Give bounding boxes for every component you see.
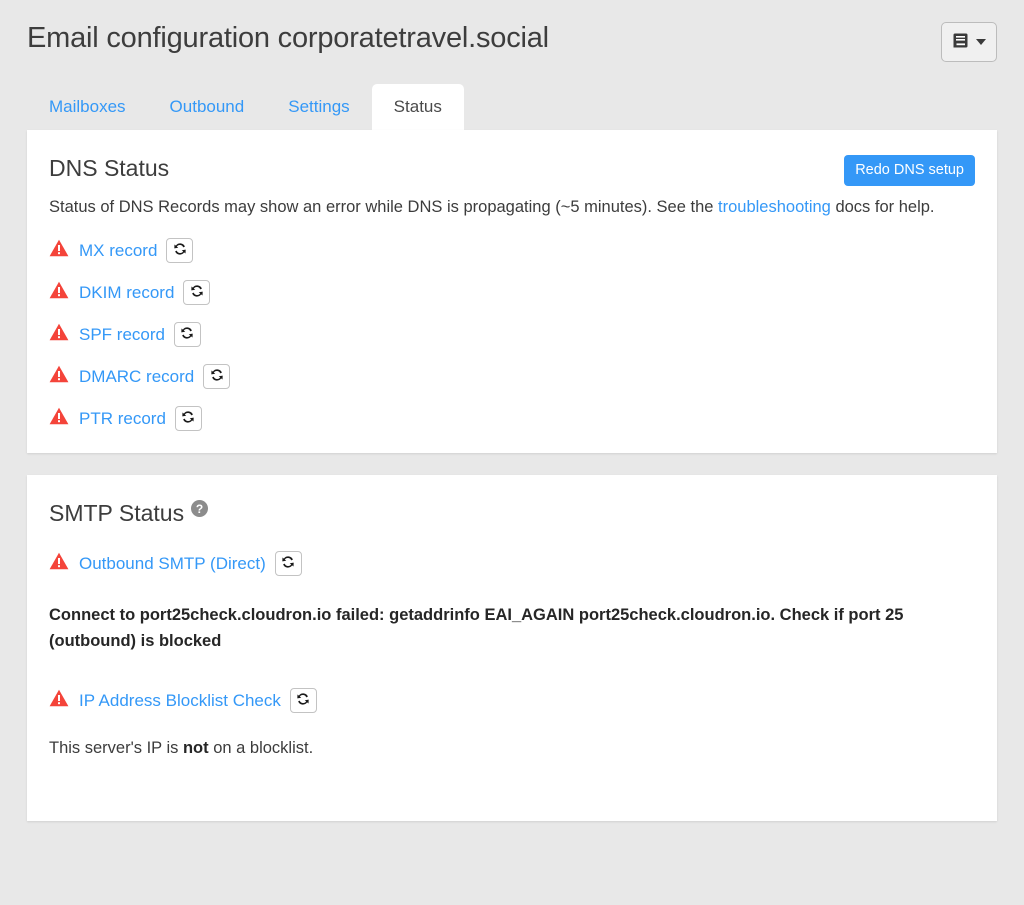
- refresh-icon: [190, 284, 204, 301]
- tab-mailboxes[interactable]: Mailboxes: [27, 84, 148, 130]
- tab-settings[interactable]: Settings: [266, 84, 371, 130]
- page-title: Email configuration corporatetravel.soci…: [27, 22, 549, 54]
- outbound-smtp-error-message: Connect to port25check.cloudron.io faile…: [49, 606, 904, 650]
- refresh-icon: [173, 242, 187, 259]
- book-icon: [952, 32, 969, 52]
- dns-record-row: PTR record: [49, 406, 975, 431]
- tab-bar: Mailboxes Outbound Settings Status: [0, 77, 1024, 130]
- blocklist-section: IP Address Blocklist Check This server's…: [49, 688, 975, 761]
- page-header: Email configuration corporatetravel.soci…: [0, 0, 1024, 62]
- refresh-icon: [181, 410, 195, 427]
- dns-status-description: Status of DNS Records may show an error …: [49, 194, 949, 220]
- smtp-status-title-text: SMTP Status: [49, 500, 185, 526]
- dns-record-label-dkim[interactable]: DKIM record: [79, 283, 174, 303]
- dns-record-label-spf[interactable]: SPF record: [79, 325, 165, 345]
- warning-icon: [49, 407, 69, 430]
- blocklist-note-before: This server's IP is: [49, 739, 183, 757]
- refresh-icon: [210, 368, 224, 385]
- docs-menu-button[interactable]: [941, 22, 997, 62]
- dns-record-list: MX record DKIM record SPF record DMARC r…: [49, 238, 975, 431]
- dns-status-card: DNS Status Redo DNS setup Status of DNS …: [27, 130, 997, 453]
- chevron-down-icon: [976, 39, 986, 45]
- dns-record-row: DMARC record: [49, 364, 975, 389]
- refresh-button-ptr[interactable]: [174, 406, 202, 431]
- refresh-button-outbound-smtp[interactable]: [274, 551, 302, 576]
- blocklist-note-strong: not: [182, 739, 209, 757]
- blocklist-note: This server's IP is not on a blocklist.: [49, 735, 975, 761]
- dns-record-label-mx[interactable]: MX record: [79, 241, 157, 261]
- dns-record-row: SPF record: [49, 322, 975, 347]
- blocklist-row: IP Address Blocklist Check: [49, 688, 975, 713]
- help-icon[interactable]: ?: [191, 500, 209, 517]
- warning-icon: [49, 239, 69, 262]
- warning-icon: [49, 689, 69, 712]
- blocklist-note-after: on a blocklist.: [208, 739, 314, 757]
- outbound-smtp-label[interactable]: Outbound SMTP (Direct): [79, 554, 266, 574]
- refresh-button-dmarc[interactable]: [203, 364, 231, 389]
- refresh-button-spf[interactable]: [173, 322, 201, 347]
- dns-record-row: MX record: [49, 238, 975, 263]
- smtp-status-card: SMTP Status ? Outbound SMTP (Direct) Con…: [27, 475, 997, 821]
- refresh-icon: [180, 326, 194, 343]
- dns-record-label-ptr[interactable]: PTR record: [79, 409, 166, 429]
- refresh-button-blocklist[interactable]: [289, 688, 317, 713]
- troubleshooting-link[interactable]: troubleshooting: [718, 198, 831, 216]
- warning-icon: [49, 281, 69, 304]
- refresh-icon: [296, 692, 310, 709]
- warning-icon: [49, 323, 69, 346]
- dns-status-title: DNS Status: [49, 155, 170, 181]
- dns-desc-text-before: Status of DNS Records may show an error …: [49, 198, 719, 216]
- smtp-status-title: SMTP Status ?: [49, 499, 209, 527]
- refresh-button-mx[interactable]: [166, 238, 194, 263]
- header-actions: [941, 22, 997, 62]
- warning-icon: [49, 552, 69, 575]
- tab-outbound[interactable]: Outbound: [148, 84, 267, 130]
- tab-status[interactable]: Status: [371, 84, 464, 130]
- outbound-smtp-section: Outbound SMTP (Direct) Connect to port25…: [49, 551, 975, 654]
- dns-record-label-dmarc[interactable]: DMARC record: [79, 367, 194, 387]
- redo-dns-setup-button[interactable]: Redo DNS setup: [844, 155, 975, 186]
- refresh-icon: [281, 555, 295, 572]
- warning-icon: [49, 365, 69, 388]
- dns-record-row: DKIM record: [49, 280, 975, 305]
- dns-desc-text-after: docs for help.: [830, 198, 935, 216]
- outbound-smtp-row: Outbound SMTP (Direct): [49, 551, 975, 576]
- refresh-button-dkim[interactable]: [183, 280, 211, 305]
- blocklist-check-label[interactable]: IP Address Blocklist Check: [79, 691, 281, 711]
